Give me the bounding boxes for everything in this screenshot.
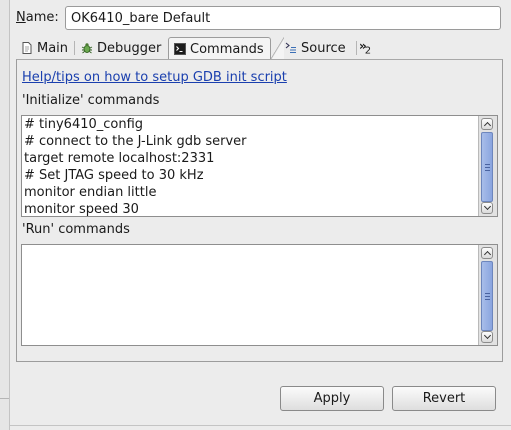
tab-debugger[interactable]: Debugger [76, 38, 167, 58]
initialize-commands-scrollbar[interactable] [478, 116, 497, 216]
tab-separator [356, 41, 357, 55]
source-lookup-icon [285, 42, 297, 54]
terminal-icon [174, 43, 186, 55]
run-commands-label: 'Run' commands [22, 222, 130, 237]
tab-commands-label: Commands [190, 41, 264, 57]
left-panel-edge [0, 0, 10, 430]
command-line: # connect to the J-Link gdb server [24, 134, 247, 149]
tab-bar: Main Debugger Commands Source »2 [16, 37, 503, 60]
commands-panel: Help/tips on how to setup GDB init scrip… [16, 59, 503, 362]
tab-main[interactable]: Main [16, 38, 74, 58]
scroll-up-button[interactable] [481, 118, 493, 130]
tab-source-label: Source [301, 40, 346, 56]
name-label-mnemonic: N [16, 10, 26, 25]
scroll-up-button[interactable] [481, 247, 493, 259]
initialize-commands-textarea[interactable]: # tiny6410_config # connect to the J-Link… [21, 115, 498, 217]
command-line: # Set JTAG speed to 30 kHz [24, 168, 204, 183]
tab-debugger-label: Debugger [97, 40, 162, 56]
tab-overflow-count: 2 [364, 45, 372, 57]
command-line: # tiny6410_config [24, 117, 144, 132]
tab-commands[interactable]: Commands [168, 37, 284, 60]
run-commands-textarea[interactable] [21, 244, 498, 346]
initialize-commands-lines: # tiny6410_config # connect to the J-Link… [24, 116, 477, 217]
initialize-commands-label: 'Initialize' commands [22, 93, 160, 108]
left-panel-divider [0, 398, 9, 399]
help-link[interactable]: Help/tips on how to setup GDB init scrip… [22, 70, 287, 85]
apply-button[interactable]: Apply [280, 386, 384, 411]
tab-source[interactable]: Source [280, 38, 352, 58]
tab-separator [74, 41, 75, 55]
scroll-thumb[interactable] [481, 132, 493, 202]
run-commands-scrollbar[interactable] [478, 245, 497, 345]
command-line: monitor speed 30 [24, 202, 139, 217]
tab-overflow-chevron[interactable]: »2 [359, 39, 371, 56]
scroll-thumb[interactable] [481, 261, 493, 331]
bottom-divider [10, 425, 511, 426]
command-line: target remote localhost:2331 [24, 151, 215, 166]
revert-button[interactable]: Revert [392, 386, 496, 411]
bug-icon [81, 42, 93, 54]
name-label-rest: ame: [25, 10, 59, 25]
scroll-down-button[interactable] [481, 331, 493, 343]
name-input[interactable] [65, 6, 501, 30]
command-line: monitor endian little [24, 185, 157, 200]
name-label: Name: [16, 9, 59, 27]
tab-main-label: Main [37, 40, 69, 56]
scroll-down-button[interactable] [481, 202, 493, 214]
document-icon [21, 42, 33, 54]
